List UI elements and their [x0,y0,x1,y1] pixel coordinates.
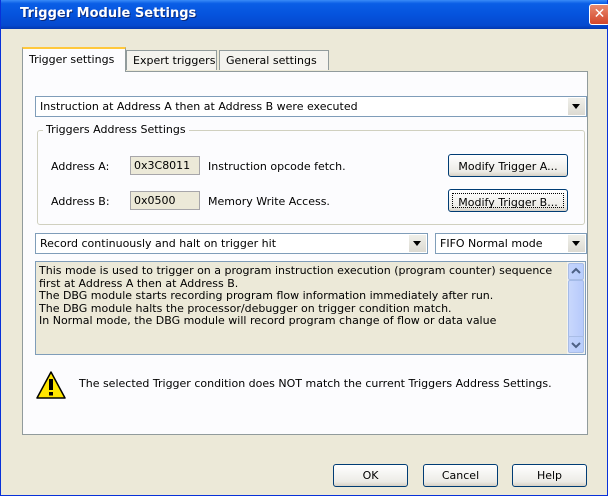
trigger-type-value: Instruction at Address A then at Address… [40,100,358,113]
description-line: The DBG module starts recording program … [39,290,494,302]
title-bar[interactable]: Trigger Module Settings ✕ [1,0,608,29]
address-a-label: Address A: [51,160,110,173]
cancel-button[interactable]: Cancel [423,464,498,487]
tab-label: Expert triggers [133,54,216,67]
button-label: Modify Trigger B... [458,196,558,209]
mode-description-text: This mode is used to trigger on a progra… [39,265,567,328]
button-label: Cancel [441,469,480,482]
button-label: Help [536,469,563,482]
button-label: Modify Trigger A... [458,160,558,173]
chevron-down-icon [571,342,581,349]
close-icon: ✕ [593,6,606,22]
modify-trigger-b-button[interactable]: Modify Trigger B... [448,189,568,212]
chevron-down-icon[interactable] [568,98,585,115]
close-button[interactable]: ✕ [589,4,608,25]
scroll-up-button[interactable] [568,263,584,280]
tab-general-settings[interactable]: General settings [219,50,329,70]
warning-text: The selected Trigger condition does NOT … [79,377,552,390]
record-mode-value: Record continuously and halt on trigger … [40,237,277,250]
ok-button[interactable]: OK [333,464,408,487]
tab-expert-triggers[interactable]: Expert triggers [126,50,217,70]
tab-label: General settings [226,54,317,67]
address-b-label: Address B: [51,195,110,208]
tab-label: Trigger settings [29,53,115,66]
address-b-description: Memory Write Access. [208,195,330,208]
group-title: Triggers Address Settings [43,123,189,136]
help-button[interactable]: Help [512,464,587,487]
chevron-down-icon[interactable] [568,235,585,252]
description-line: In Normal mode, the DBG module will reco… [39,315,497,327]
scroll-thumb[interactable] [568,280,584,338]
chevron-down-icon[interactable] [409,235,426,252]
address-b-value: 0x0500 [130,191,200,210]
button-label: OK [362,469,379,482]
trigger-type-select[interactable]: Instruction at Address A then at Address… [35,96,587,117]
chevron-up-icon [571,267,581,274]
record-mode-select[interactable]: Record continuously and halt on trigger … [35,233,428,254]
description-line: first at Address A then at Address B. [39,277,239,290]
scroll-down-button[interactable] [568,336,584,353]
mode-description-textarea[interactable]: This mode is used to trigger on a progra… [35,261,586,355]
modify-trigger-a-button[interactable]: Modify Trigger A... [448,154,568,177]
window-title: Trigger Module Settings [20,6,197,21]
fifo-mode-value: FIFO Normal mode [440,237,543,250]
vertical-scrollbar[interactable] [567,262,585,354]
description-line: This mode is used to trigger on a progra… [39,265,553,277]
fifo-mode-select[interactable]: FIFO Normal mode [435,233,587,254]
address-a-description: Instruction opcode fetch. [208,160,346,173]
description-line: The DBG module halts the processor/debug… [39,302,452,315]
warning-icon [36,371,66,399]
address-a-value: 0x3C8011 [130,156,200,175]
tab-trigger-settings[interactable]: Trigger settings [22,47,126,72]
